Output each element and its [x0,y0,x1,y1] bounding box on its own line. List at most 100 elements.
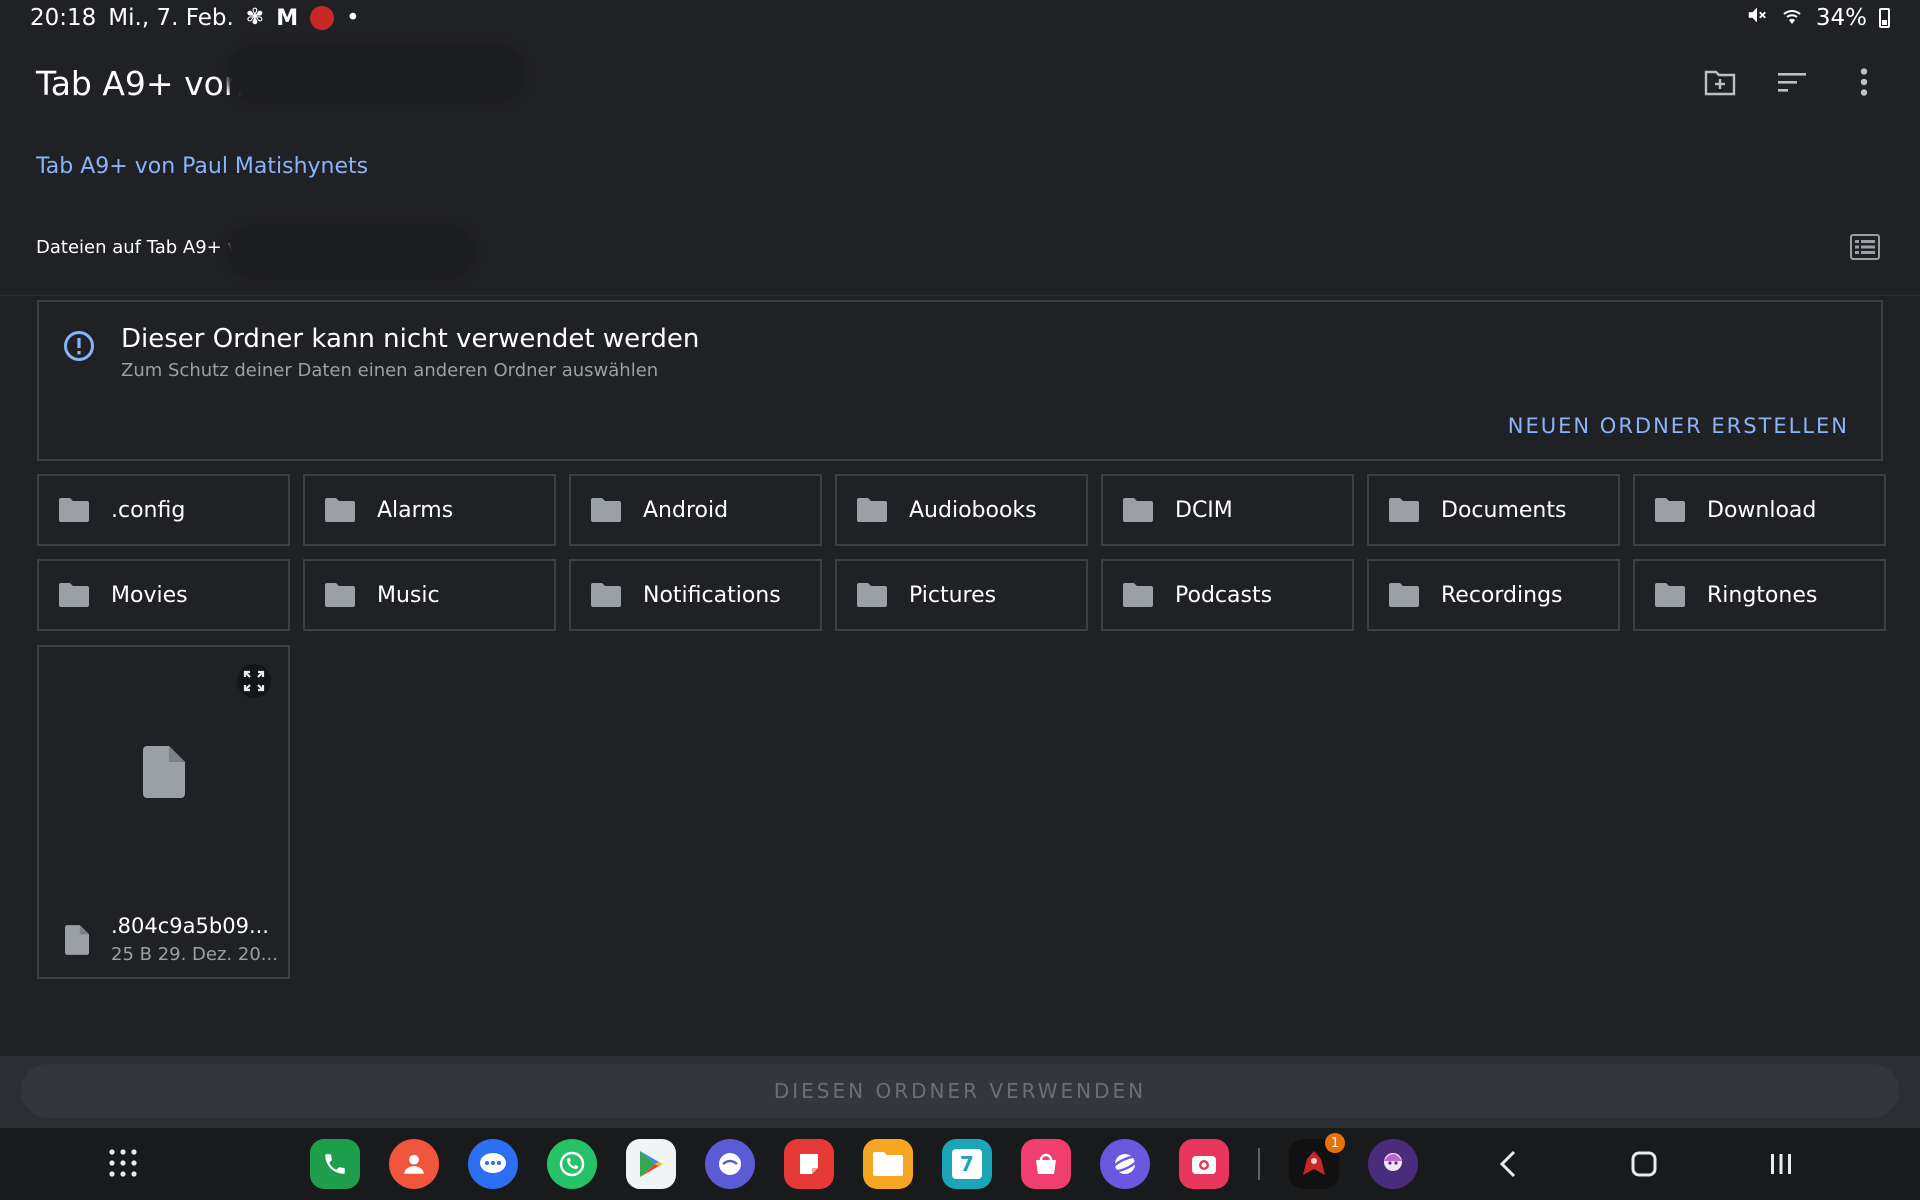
folder-item[interactable]: Podcasts [1101,559,1354,631]
calendar-app-icon[interactable]: 7 [942,1139,992,1189]
folder-label: Notifications [643,582,781,608]
subheader-label: Dateien auf Tab A9+ vo [36,237,250,258]
recent-apps-button[interactable] [1768,1146,1794,1186]
recent-game-app-icon[interactable]: 1 [1289,1133,1345,1189]
fullscreen-icon [243,670,265,692]
banner-subtitle: Zum Schutz deiner Daten einen anderen Or… [121,360,659,381]
folder-icon [857,583,887,607]
mute-icon [1746,4,1768,32]
folder-label: Recordings [1441,582,1563,608]
folder-label: Movies [111,582,188,608]
folder-icon [591,583,621,607]
contacts-app-icon[interactable] [389,1139,439,1189]
app-dock: 7 1 [310,1133,1418,1189]
folder-label: Download [1707,497,1817,523]
wifi-icon [1780,4,1804,32]
battery-icon [1879,8,1890,28]
folder-icon [325,498,355,522]
recents-icon [1771,1154,1791,1174]
my-files-app-icon[interactable] [863,1139,913,1189]
folder-label: Ringtones [1707,582,1818,608]
phone-app-icon[interactable] [310,1139,360,1189]
new-folder-icon [1704,70,1736,96]
folder-item[interactable]: Documents [1367,474,1620,546]
file-info: 25 B 29. Dez. 20... [111,944,278,965]
notification-badge: 1 [1325,1133,1345,1153]
back-icon [1499,1150,1516,1178]
folder-item[interactable]: Pictures [835,559,1088,631]
folder-icon [1389,498,1419,522]
folder-icon [1123,583,1153,607]
bottom-action-area: DIESEN ORDNER VERWENDEN [0,1056,1920,1128]
home-button[interactable] [1628,1146,1662,1186]
recent-character-app-icon[interactable] [1368,1139,1418,1189]
folder-label: Audiobooks [909,497,1037,523]
folder-label: Alarms [377,497,454,523]
folder-icon [1389,583,1419,607]
new-folder-button[interactable] [1704,66,1736,98]
list-view-button[interactable] [1850,234,1880,264]
folder-item[interactable]: DCIM [1101,474,1354,546]
app-bar: Tab A9+ von P [0,44,1920,116]
status-time: 20:18 [30,5,97,31]
navigation-bar: 7 1 [0,1128,1920,1200]
document-thumbnail-icon [143,746,185,802]
play-store-app-icon[interactable] [626,1139,676,1189]
folder-item[interactable]: Audiobooks [835,474,1088,546]
folder-icon [1123,498,1153,522]
samsung-internet-app-icon[interactable] [1100,1139,1150,1189]
more-vert-icon [1860,68,1868,96]
folder-label: Podcasts [1175,582,1273,608]
folder-item[interactable]: Music [303,559,556,631]
folder-icon [857,498,887,522]
breadcrumb[interactable]: Tab A9+ von Paul Matishynets [36,154,368,179]
file-name: .804c9a5b09... [111,914,269,938]
use-folder-button[interactable]: DIESEN ORDNER VERWENDEN [21,1064,1899,1118]
calendar-day: 7 [952,1149,982,1179]
folder-label: Music [377,582,440,608]
folder-label: .config [111,497,186,523]
expand-preview-button[interactable] [237,664,271,698]
apps-grid-icon [109,1149,137,1177]
folder-grid: .config Alarms Android Audiobooks DCIM D… [37,474,1886,631]
gmail-icon: M [276,5,299,31]
notes-app-icon[interactable] [784,1139,834,1189]
folder-item[interactable]: Alarms [303,474,556,546]
folder-icon [59,498,89,522]
create-folder-button[interactable]: NEUEN ORDNER ERSTELLEN [1508,414,1849,438]
folder-item[interactable]: Download [1633,474,1886,546]
document-icon [65,925,89,959]
sort-button[interactable] [1776,66,1808,98]
subheader: Dateien auf Tab A9+ vo [0,220,1920,296]
folder-item[interactable]: Recordings [1367,559,1620,631]
game-app-notification-icon [310,6,335,30]
folder-label: Pictures [909,582,997,608]
more-notifications-dot: • [346,5,360,31]
camera-app-icon[interactable] [1179,1139,1229,1189]
folder-item[interactable]: Android [569,474,822,546]
status-date: Mi., 7. Feb. [108,5,234,31]
folder-icon [59,583,89,607]
back-button[interactable] [1496,1146,1520,1186]
folder-item[interactable]: Notifications [569,559,822,631]
home-icon [1631,1151,1657,1177]
battery-percent: 34% [1815,5,1867,31]
network-icon: ✾ [245,5,265,30]
messages-app-icon[interactable] [468,1139,518,1189]
folder-item[interactable]: .config [37,474,290,546]
galaxy-store-app-icon[interactable] [1021,1139,1071,1189]
folder-label: Documents [1441,497,1567,523]
folder-item[interactable]: Ringtones [1633,559,1886,631]
info-icon [63,330,95,366]
app-drawer-button[interactable] [108,1148,138,1182]
folder-label: DCIM [1175,497,1233,523]
samsung-messages-app-icon[interactable] [705,1139,755,1189]
folder-icon [1655,583,1685,607]
folder-icon [591,498,621,522]
list-view-icon [1850,234,1880,260]
file-card[interactable]: .804c9a5b09... 25 B 29. Dez. 20... [37,645,290,979]
folder-item[interactable]: Movies [37,559,290,631]
dock-divider [1258,1148,1260,1180]
more-options-button[interactable] [1848,66,1880,98]
whatsapp-app-icon[interactable] [547,1139,597,1189]
